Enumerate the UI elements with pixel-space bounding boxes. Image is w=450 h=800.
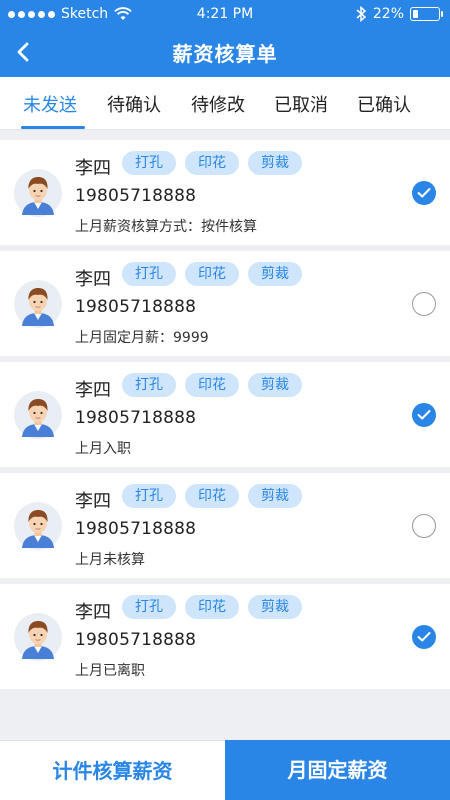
employee-card[interactable]: 李四 打孔 印花 剪裁 19805718888 上月未核算 [0,473,450,578]
unchecked-circle-icon[interactable] [412,292,436,316]
employee-name: 李四 [75,491,111,512]
skill-tag: 打孔 [122,151,176,175]
checked-circle-icon[interactable] [412,181,436,205]
employee-card[interactable]: 李四 打孔 印花 剪裁 19805718888 上月薪资核算方式：按件核算 [0,140,450,245]
tab-confirmed[interactable]: 已确认 [357,91,411,117]
skill-tag: 印花 [185,595,239,619]
tab-pending-confirm[interactable]: 待确认 [107,91,161,117]
skill-tag: 剪裁 [248,484,302,508]
active-tab-indicator [21,126,85,129]
employee-name: 李四 [75,158,111,179]
skill-tag: 印花 [185,373,239,397]
skill-tag: 印花 [185,262,239,286]
skill-tags: 打孔 印花 剪裁 [122,262,302,286]
skill-tag: 打孔 [122,373,176,397]
battery-percent: 22% [372,6,404,22]
employee-list: 李四 打孔 印花 剪裁 19805718888 上月薪资核算方式：按件核算 李四 打… [0,140,450,695]
skill-tag: 印花 [185,484,239,508]
employee-name: 李四 [75,269,111,290]
tab-cancelled[interactable]: 已取消 [274,91,328,117]
skill-tags: 打孔 印花 剪裁 [122,151,302,175]
skill-tags: 打孔 印花 剪裁 [122,373,302,397]
avatar [14,169,62,217]
employee-phone: 19805718888 [75,297,197,317]
piece-rate-salary-button[interactable]: 计件核算薪资 [0,740,225,800]
status-right: 22% [355,6,443,22]
bottom-action-bar: 计件核算薪资 月固定薪资 [0,740,450,800]
salary-note: 上月薪资核算方式：按件核算 [75,219,257,235]
employee-name: 李四 [75,602,111,623]
battery-icon [410,7,443,21]
skill-tag: 打孔 [122,262,176,286]
tab-unsent[interactable]: 未发送 [23,91,77,117]
bluetooth-icon [356,6,367,22]
fixed-monthly-salary-button[interactable]: 月固定薪资 [225,740,450,800]
skill-tag: 打孔 [122,595,176,619]
unchecked-circle-icon[interactable] [412,514,436,538]
employee-phone: 19805718888 [75,408,197,428]
checked-circle-icon[interactable] [412,403,436,427]
skill-tag: 印花 [185,151,239,175]
salary-note: 上月固定月薪：9999 [75,330,209,346]
skill-tag: 剪裁 [248,151,302,175]
skill-tags: 打孔 印花 剪裁 [122,595,302,619]
tab-bar: 未发送 待确认 待修改 已取消 已确认 [0,77,450,130]
employee-phone: 19805718888 [75,630,197,650]
nav-bar: 薪资核算单 [0,28,450,77]
employee-card[interactable]: 李四 打孔 印花 剪裁 19805718888 上月已离职 [0,584,450,689]
checked-circle-icon[interactable] [412,625,436,649]
avatar [14,613,62,661]
salary-note: 上月入职 [75,441,131,457]
skill-tag: 剪裁 [248,373,302,397]
skill-tag: 打孔 [122,484,176,508]
status-bar: Sketch 4:21 PM 22% [0,0,450,28]
employee-name: 李四 [75,380,111,401]
salary-note: 上月已离职 [75,663,145,679]
skill-tag: 剪裁 [248,262,302,286]
header: Sketch 4:21 PM 22% 薪资核算单 [0,0,450,77]
app-root: Sketch 4:21 PM 22% 薪资核算单 未发送 待确认 待修改 已取消… [0,0,450,800]
page-title: 薪资核算单 [172,42,278,66]
employee-card[interactable]: 李四 打孔 印花 剪裁 19805718888 上月固定月薪：9999 [0,251,450,356]
avatar [14,280,62,328]
skill-tags: 打孔 印花 剪裁 [122,484,302,508]
avatar [14,502,62,550]
employee-phone: 19805718888 [75,186,197,206]
skill-tag: 剪裁 [248,595,302,619]
employee-card[interactable]: 李四 打孔 印花 剪裁 19805718888 上月入职 [0,362,450,467]
avatar [14,391,62,439]
employee-phone: 19805718888 [75,519,197,539]
tab-pending-edit[interactable]: 待修改 [191,91,245,117]
salary-note: 上月未核算 [75,552,145,568]
